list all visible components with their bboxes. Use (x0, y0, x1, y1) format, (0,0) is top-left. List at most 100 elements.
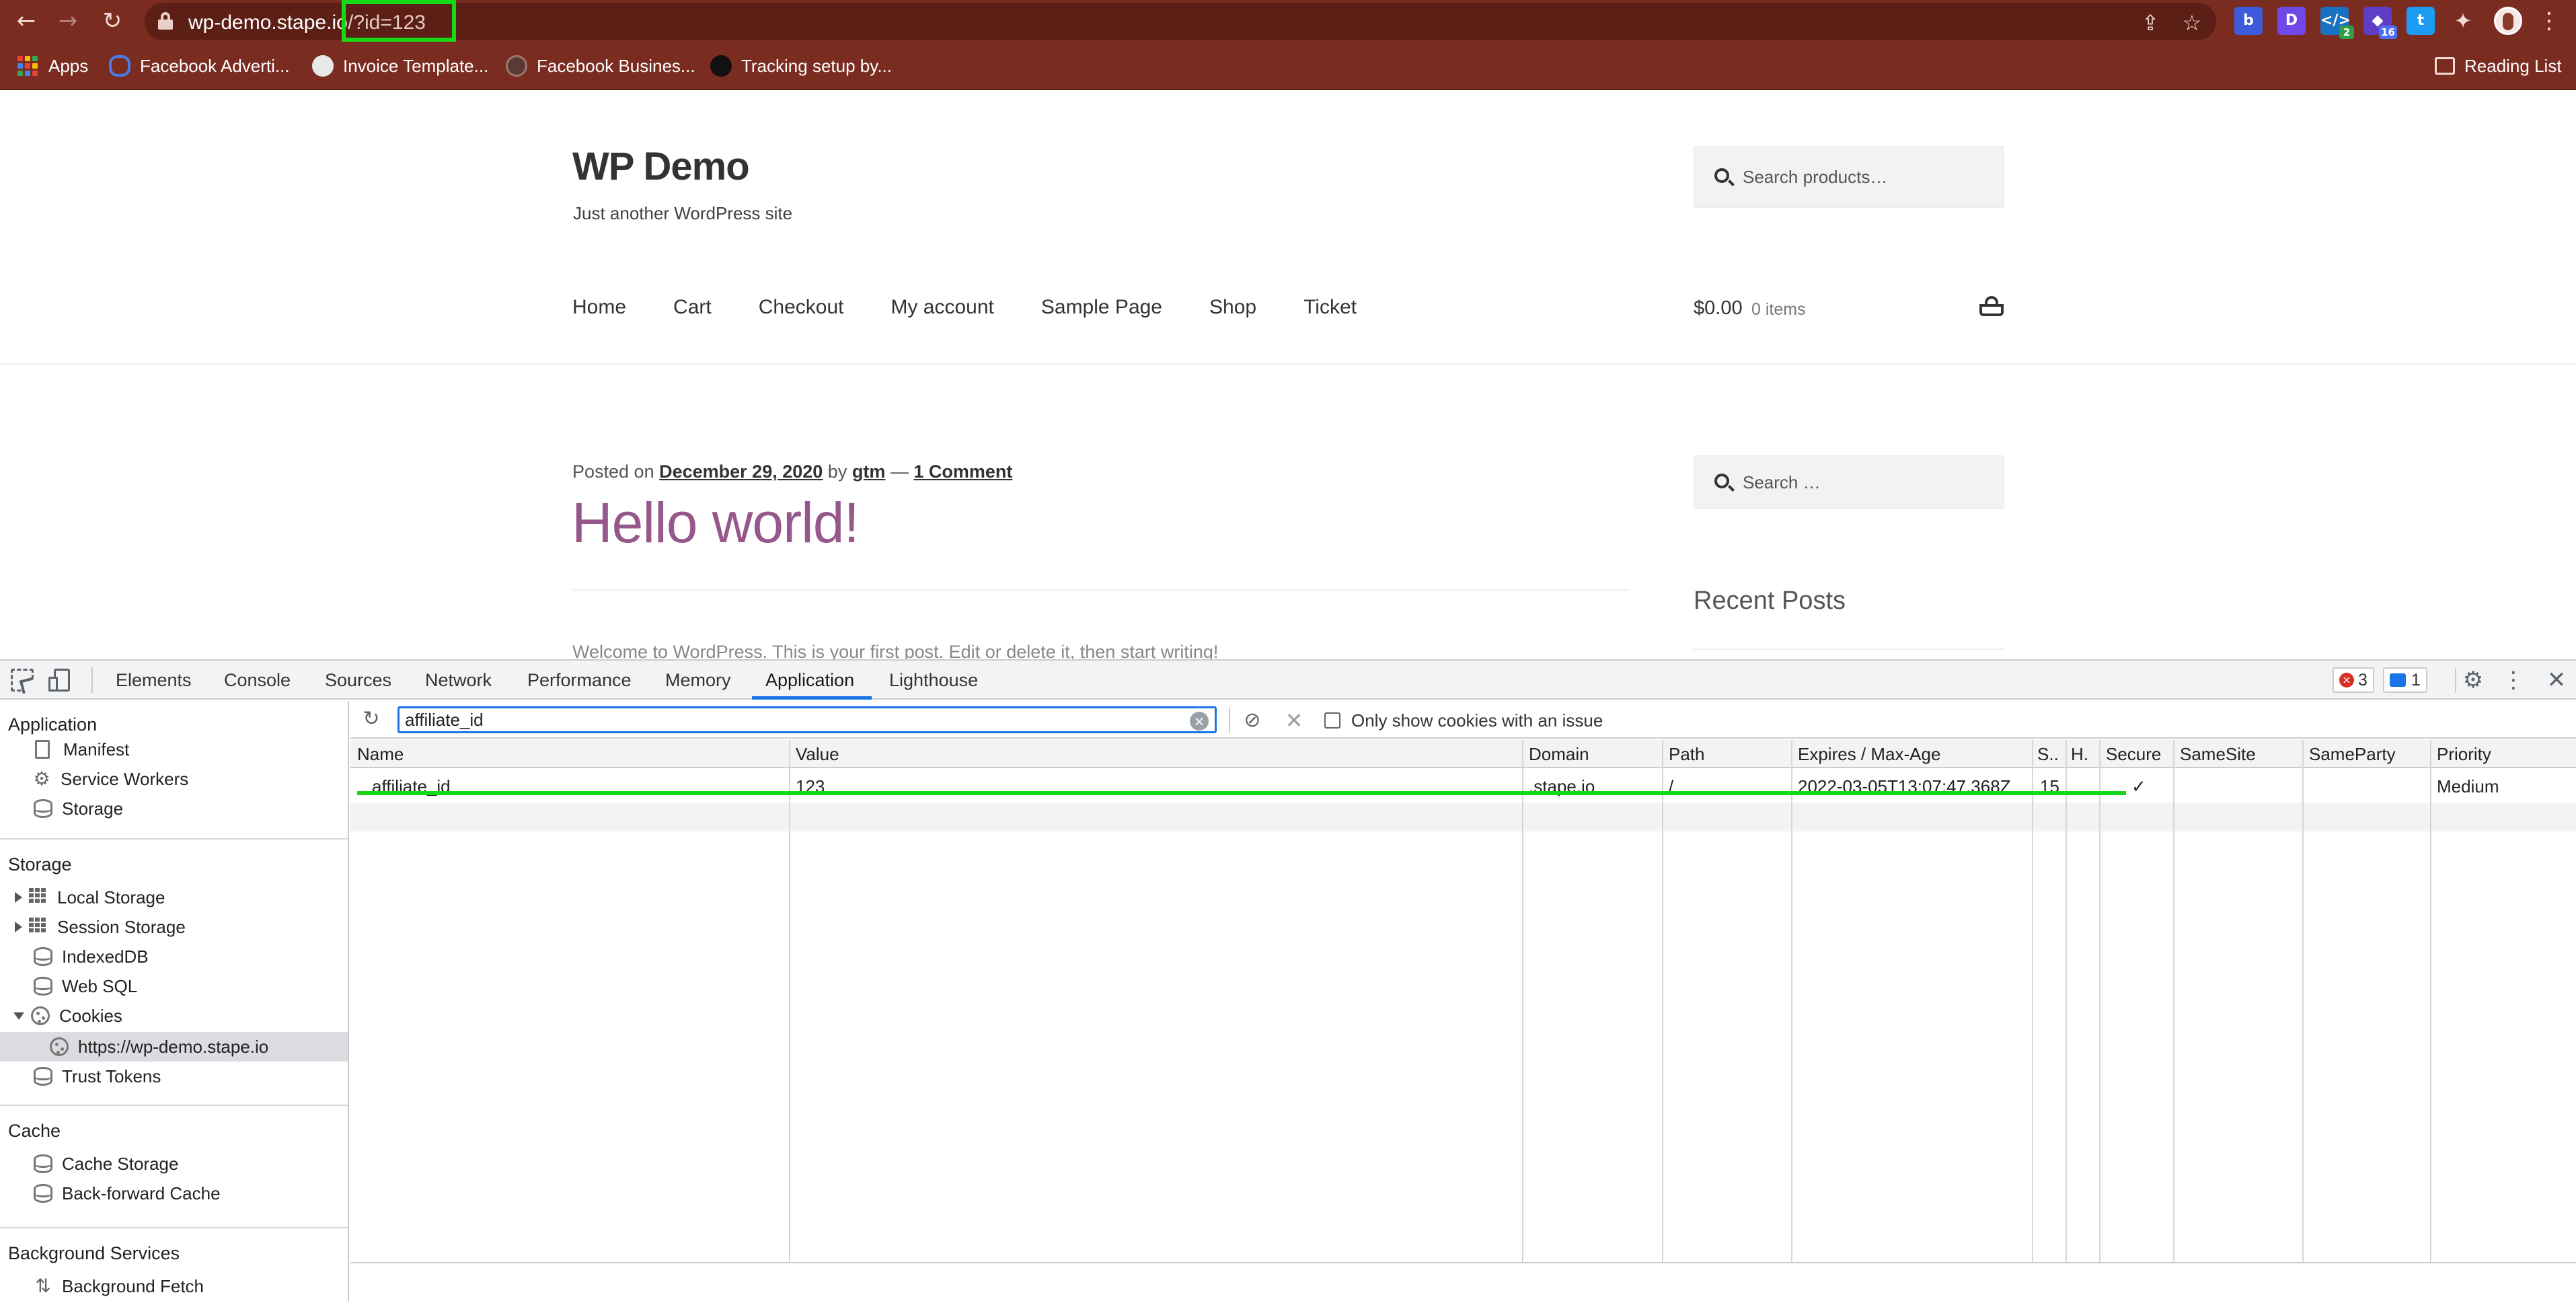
post-author-link[interactable]: gtm (852, 461, 886, 482)
nav-checkout[interactable]: Checkout (759, 296, 844, 319)
error-count-badge[interactable]: × 3 (2333, 667, 2374, 693)
cookie-secure-cell[interactable]: ✓ (2131, 776, 2146, 797)
clear-filter-icon[interactable]: × (1190, 712, 1209, 731)
sidebar-item-local-storage[interactable]: Local Storage (15, 883, 165, 912)
column-header-size[interactable]: S.. (2037, 744, 2063, 765)
nav-my-account[interactable]: My account (891, 296, 993, 319)
browser-menu-icon[interactable]: ⋮ (2536, 4, 2563, 38)
recent-posts-divider (1694, 648, 2004, 650)
sidebar-item-session-storage[interactable]: Session Storage (15, 912, 186, 942)
sidebar-item-trust-tokens[interactable]: Trust Tokens (34, 1062, 161, 1091)
cookie-priority-cell[interactable]: Medium (2437, 776, 2499, 797)
bookmark-facebook-business[interactable]: Facebook Busines... (506, 51, 695, 81)
post-title[interactable]: Hello world! (572, 490, 860, 556)
bookmark-apps[interactable]: Apps (17, 51, 88, 81)
comments-link[interactable]: 1 Comment (913, 461, 1012, 482)
site-tagline: Just another WordPress site (573, 203, 793, 223)
sidebar-item-background-fetch[interactable]: ⇅ Background Fetch (34, 1271, 204, 1301)
nav-cart[interactable]: Cart (673, 296, 712, 319)
extension-glyph: D (2285, 12, 2298, 29)
nav-sample-page[interactable]: Sample Page (1041, 296, 1162, 319)
cart-total[interactable]: $0.00 (1694, 297, 1743, 320)
tab-performance[interactable]: Performance (527, 670, 632, 691)
basket-icon[interactable] (1979, 296, 2004, 316)
sidebar-item-cookie-origin[interactable]: https://wp-demo.stape.io (50, 1032, 268, 1062)
table-row-empty (350, 803, 2576, 831)
reload-icon[interactable]: ↻ (96, 4, 129, 38)
bookmark-facebook-ads[interactable]: Facebook Adverti... (109, 51, 290, 81)
tab-memory[interactable]: Memory (665, 670, 731, 691)
extension-twitter-icon[interactable]: t (2407, 7, 2435, 35)
expand-arrow-icon[interactable] (15, 892, 22, 903)
column-header-expires[interactable]: Expires / Max-Age (1798, 744, 1940, 765)
nav-shop[interactable]: Shop (1209, 296, 1256, 319)
extension-tag-assistant-icon[interactable]: </> 2 (2320, 7, 2354, 39)
tab-network[interactable]: Network (425, 670, 492, 691)
site-title[interactable]: WP Demo (572, 144, 750, 189)
sidebar-item-service-workers[interactable]: ⚙ Service Workers (32, 764, 188, 794)
column-header-priority[interactable]: Priority (2437, 744, 2491, 765)
column-header-sameparty[interactable]: SameParty (2309, 744, 2396, 765)
cart-item-count[interactable]: 0 items (1751, 300, 1806, 320)
expand-arrow-icon[interactable] (15, 922, 22, 932)
only-issues-checkbox[interactable] (1324, 712, 1340, 729)
sidebar-item-label: Local Storage (57, 887, 165, 907)
tab-application[interactable]: Application (765, 670, 854, 691)
sidebar-item-web-sql[interactable]: Web SQL (34, 971, 137, 1001)
lock-icon[interactable] (158, 12, 173, 30)
column-header-domain[interactable]: Domain (1529, 744, 1589, 765)
sidebar-item-indexeddb[interactable]: IndexedDB (34, 942, 149, 971)
column-header-path[interactable]: Path (1669, 744, 1705, 765)
column-divider (2430, 740, 2431, 1263)
post-date-link[interactable]: December 29, 2020 (659, 461, 823, 482)
extensions-puzzle-icon[interactable]: ✦ (2448, 6, 2478, 36)
clear-all-cookies-icon[interactable]: ⊘ (1238, 706, 1266, 735)
back-arrow-icon[interactable]: ← (9, 4, 43, 38)
message-count-badge[interactable]: 1 (2383, 667, 2427, 693)
product-search-input[interactable]: Search products… (1694, 146, 2004, 208)
nav-ticket[interactable]: Ticket (1303, 296, 1357, 319)
settings-gear-icon[interactable]: ⚙ (2459, 666, 2487, 694)
sidebar-item-cache-storage[interactable]: Cache Storage (34, 1149, 178, 1179)
extension-badge: 16 (2379, 26, 2397, 39)
bookmark-tracking-setup[interactable]: Tracking setup by... (710, 51, 892, 81)
nav-home[interactable]: Home (572, 296, 626, 319)
tab-console[interactable]: Console (224, 670, 291, 691)
delete-selected-icon[interactable]: ✕ (1280, 706, 1308, 735)
avatar[interactable] (2494, 7, 2522, 35)
star-bookmark-icon[interactable]: ☆ (2177, 8, 2207, 38)
tab-elements[interactable]: Elements (116, 670, 192, 691)
tab-sources[interactable]: Sources (325, 670, 391, 691)
forward-arrow-icon[interactable]: → (51, 4, 85, 38)
extension-d-icon[interactable]: D (2277, 7, 2306, 35)
post-divider (572, 589, 1630, 591)
sidebar-item-back-forward-cache[interactable]: Back-forward Cache (34, 1179, 221, 1208)
sidebar-item-label: https://wp-demo.stape.io (78, 1036, 269, 1057)
column-header-samesite[interactable]: SameSite (2180, 744, 2256, 765)
reading-list-button[interactable]: Reading List (2435, 51, 2562, 81)
sidebar-item-manifest[interactable]: Manifest (35, 735, 129, 764)
sidebar-search-input[interactable]: Search … (1694, 455, 2004, 509)
collapse-arrow-icon[interactable] (13, 1012, 24, 1020)
bookmark-invoice-template[interactable]: Invoice Template... (312, 51, 488, 81)
sidebar-item-storage[interactable]: Storage (34, 794, 123, 823)
share-icon[interactable]: ⇪ (2135, 8, 2165, 38)
extension-bitly-icon[interactable]: b (2234, 7, 2263, 35)
column-header-secure[interactable]: Secure (2106, 744, 2161, 765)
close-devtools-icon[interactable]: ✕ (2542, 666, 2571, 694)
column-header-name[interactable]: Name (357, 744, 404, 765)
meta-icon (109, 55, 130, 77)
column-header-value[interactable]: Value (796, 744, 839, 765)
device-toolbar-icon[interactable] (48, 669, 71, 692)
reading-list-icon (2435, 57, 2455, 75)
inspect-element-icon[interactable] (11, 669, 34, 692)
tab-lighthouse[interactable]: Lighthouse (889, 670, 978, 691)
more-options-icon[interactable]: ⋮ (2499, 666, 2528, 694)
refresh-icon[interactable]: ↻ (361, 709, 381, 729)
cookie-filter-input[interactable] (397, 706, 1217, 733)
sidebar-item-cookies[interactable]: Cookies (13, 1001, 122, 1031)
cookie-toolbar: ↻ × ⊘ ✕ Only show cookies with an issue (350, 701, 2576, 739)
column-header-httponly[interactable]: H. (2071, 744, 2095, 765)
extension-pentagon-icon[interactable]: ◆ 16 (2363, 7, 2397, 39)
column-divider (1791, 740, 1792, 1263)
